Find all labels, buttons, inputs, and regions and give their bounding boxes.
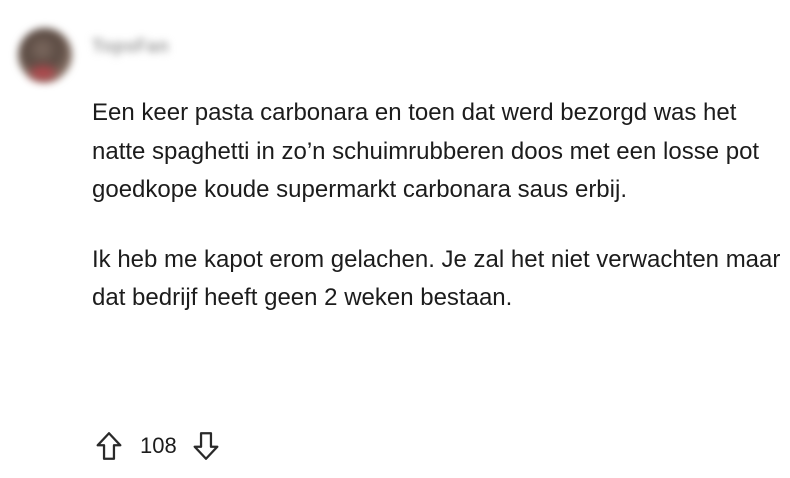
upvote-button[interactable] <box>90 427 128 465</box>
arrow-down-outline-icon <box>193 432 219 460</box>
arrow-up-outline-icon <box>96 432 122 460</box>
comment-body: Een keer pasta carbonara en toen dat wer… <box>92 94 782 318</box>
avatar-accent <box>30 66 56 80</box>
downvote-button[interactable] <box>187 427 225 465</box>
comment: TopsFan Een keer pasta carbonara en toen… <box>0 0 790 478</box>
comment-paragraph: Ik heb me kapot erom gelachen. Je zal he… <box>92 245 781 312</box>
username[interactable]: TopsFan <box>92 36 169 57</box>
vote-count: 108 <box>140 433 177 458</box>
comment-paragraph: Een keer pasta carbonara en toen dat wer… <box>92 99 760 203</box>
vote-bar: 108 <box>90 424 225 468</box>
